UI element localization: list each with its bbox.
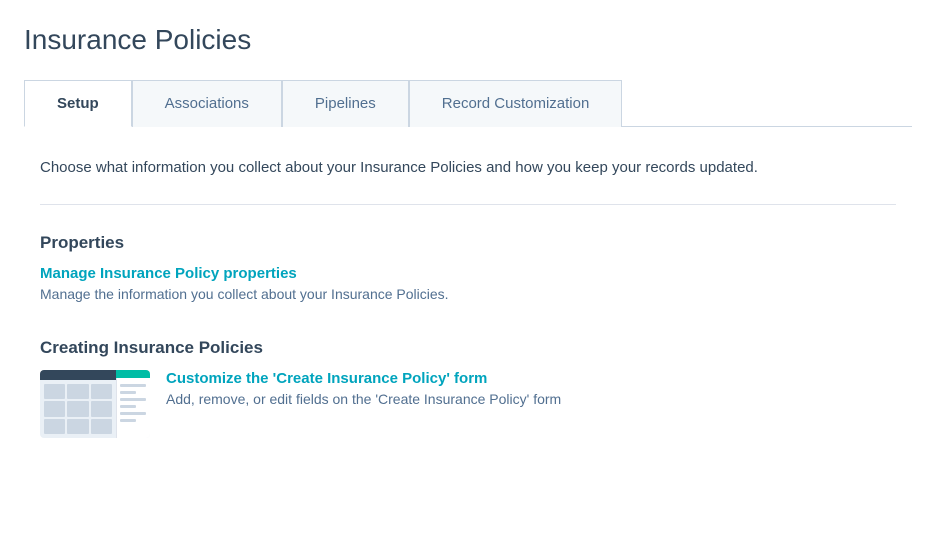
tabs: Setup Associations Pipelines Record Cust… — [24, 80, 912, 127]
creating-heading: Creating Insurance Policies — [40, 338, 896, 358]
tab-setup[interactable]: Setup — [24, 80, 132, 127]
form-thumbnail-icon — [40, 370, 150, 438]
divider — [40, 204, 896, 205]
tab-associations[interactable]: Associations — [132, 80, 282, 127]
manage-properties-link[interactable]: Manage Insurance Policy properties — [40, 265, 896, 282]
setup-intro: Choose what information you collect abou… — [40, 159, 896, 176]
setup-content: Choose what information you collect abou… — [24, 127, 912, 438]
page-title: Insurance Policies — [24, 24, 912, 56]
customize-form-desc: Add, remove, or edit fields on the 'Crea… — [166, 391, 561, 407]
properties-heading: Properties — [40, 233, 896, 253]
tab-pipelines[interactable]: Pipelines — [282, 80, 409, 127]
tab-record-customization[interactable]: Record Customization — [409, 80, 623, 127]
manage-properties-desc: Manage the information you collect about… — [40, 286, 896, 302]
customize-form-card: Customize the 'Create Insurance Policy' … — [40, 370, 896, 438]
customize-form-link[interactable]: Customize the 'Create Insurance Policy' … — [166, 370, 561, 387]
